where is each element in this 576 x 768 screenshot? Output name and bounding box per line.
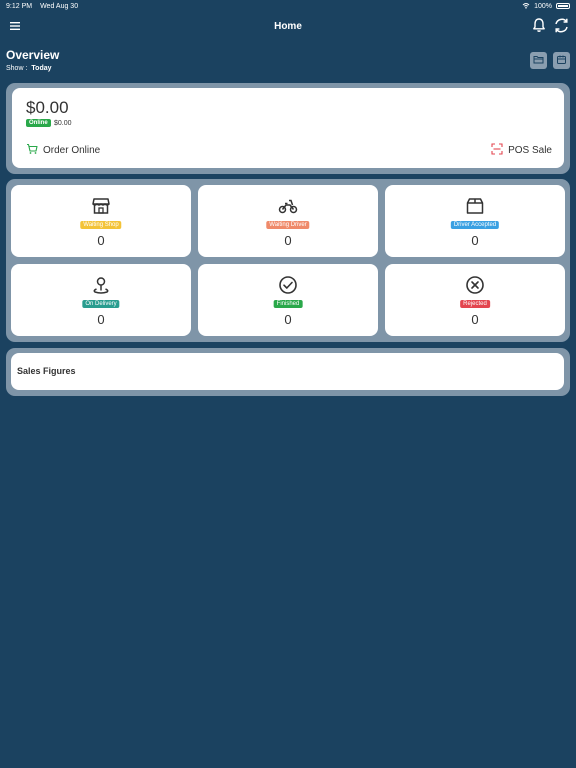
refresh-icon[interactable]	[553, 17, 570, 34]
location-pin-icon	[11, 275, 191, 295]
status-bar: 9:12 PM Wed Aug 30 100%	[0, 0, 576, 12]
folder-button[interactable]	[530, 52, 547, 69]
overview-title: Overview	[6, 48, 60, 62]
status-badge: Waiting Shop	[80, 221, 122, 229]
period-filter[interactable]: Show : Today	[6, 65, 52, 72]
folder-icon	[533, 52, 544, 70]
balance-card: $0.00 Online $0.00 Order Online POS Sale	[12, 88, 564, 168]
online-badge: Online	[26, 119, 51, 127]
order-status-panel: Waiting Shop 0 Waiting Driver 0 Driver A…	[6, 179, 570, 342]
status-badge: Rejected	[460, 300, 490, 308]
bell-icon[interactable]	[531, 17, 547, 33]
stat-count: 0	[97, 312, 105, 327]
status-badge: On Delivery	[82, 300, 120, 308]
battery-percent: 100%	[534, 2, 552, 10]
check-circle-icon	[198, 275, 378, 295]
pos-sale-button[interactable]: POS Sale	[491, 143, 552, 158]
x-circle-icon	[385, 275, 565, 295]
motorbike-icon	[198, 196, 378, 216]
nav-bar: Home	[0, 12, 576, 40]
calendar-button[interactable]	[553, 52, 570, 69]
status-badge: Finished	[273, 300, 303, 308]
sales-card[interactable]: Sales Figures	[11, 353, 564, 390]
stat-card-waiting-driver[interactable]: Waiting Driver 0	[198, 185, 378, 257]
page-title: Home	[274, 20, 302, 32]
stat-card-driver-accepted[interactable]: Driver Accepted 0	[385, 185, 565, 257]
order-online-label: Order Online	[43, 145, 101, 156]
cart-icon	[26, 143, 38, 158]
balance-panel: $0.00 Online $0.00 Order Online POS Sale	[6, 83, 570, 174]
online-value: $0.00	[54, 120, 72, 127]
stat-card-waiting-shop[interactable]: Waiting Shop 0	[11, 185, 191, 257]
status-time: 9:12 PM	[6, 2, 33, 10]
status-badge: Waiting Driver	[266, 221, 310, 229]
show-value: Today	[31, 65, 52, 72]
stat-count: 0	[471, 312, 479, 327]
battery-icon	[556, 3, 570, 9]
stat-count: 0	[471, 233, 479, 248]
stat-count: 0	[284, 233, 292, 248]
menu-icon[interactable]	[9, 19, 21, 31]
calendar-icon	[556, 52, 567, 70]
show-label: Show :	[6, 65, 28, 72]
pos-sale-label: POS Sale	[508, 145, 552, 156]
shop-icon	[11, 196, 191, 216]
box-icon	[385, 196, 565, 216]
sales-panel: Sales Figures	[6, 348, 570, 396]
balance-amount: $0.00	[26, 98, 69, 117]
status-badge: Driver Accepted	[450, 221, 500, 229]
order-online-button[interactable]: Order Online	[26, 143, 100, 158]
stat-count: 0	[97, 233, 105, 248]
stat-card-rejected[interactable]: Rejected 0	[385, 264, 565, 336]
scan-icon	[491, 143, 503, 158]
stat-card-on-delivery[interactable]: On Delivery 0	[11, 264, 191, 336]
stat-count: 0	[284, 312, 292, 327]
stat-card-finished[interactable]: Finished 0	[198, 264, 378, 336]
wifi-icon	[522, 2, 530, 11]
sales-figures-title: Sales Figures	[17, 366, 76, 376]
status-date: Wed Aug 30	[40, 2, 79, 10]
